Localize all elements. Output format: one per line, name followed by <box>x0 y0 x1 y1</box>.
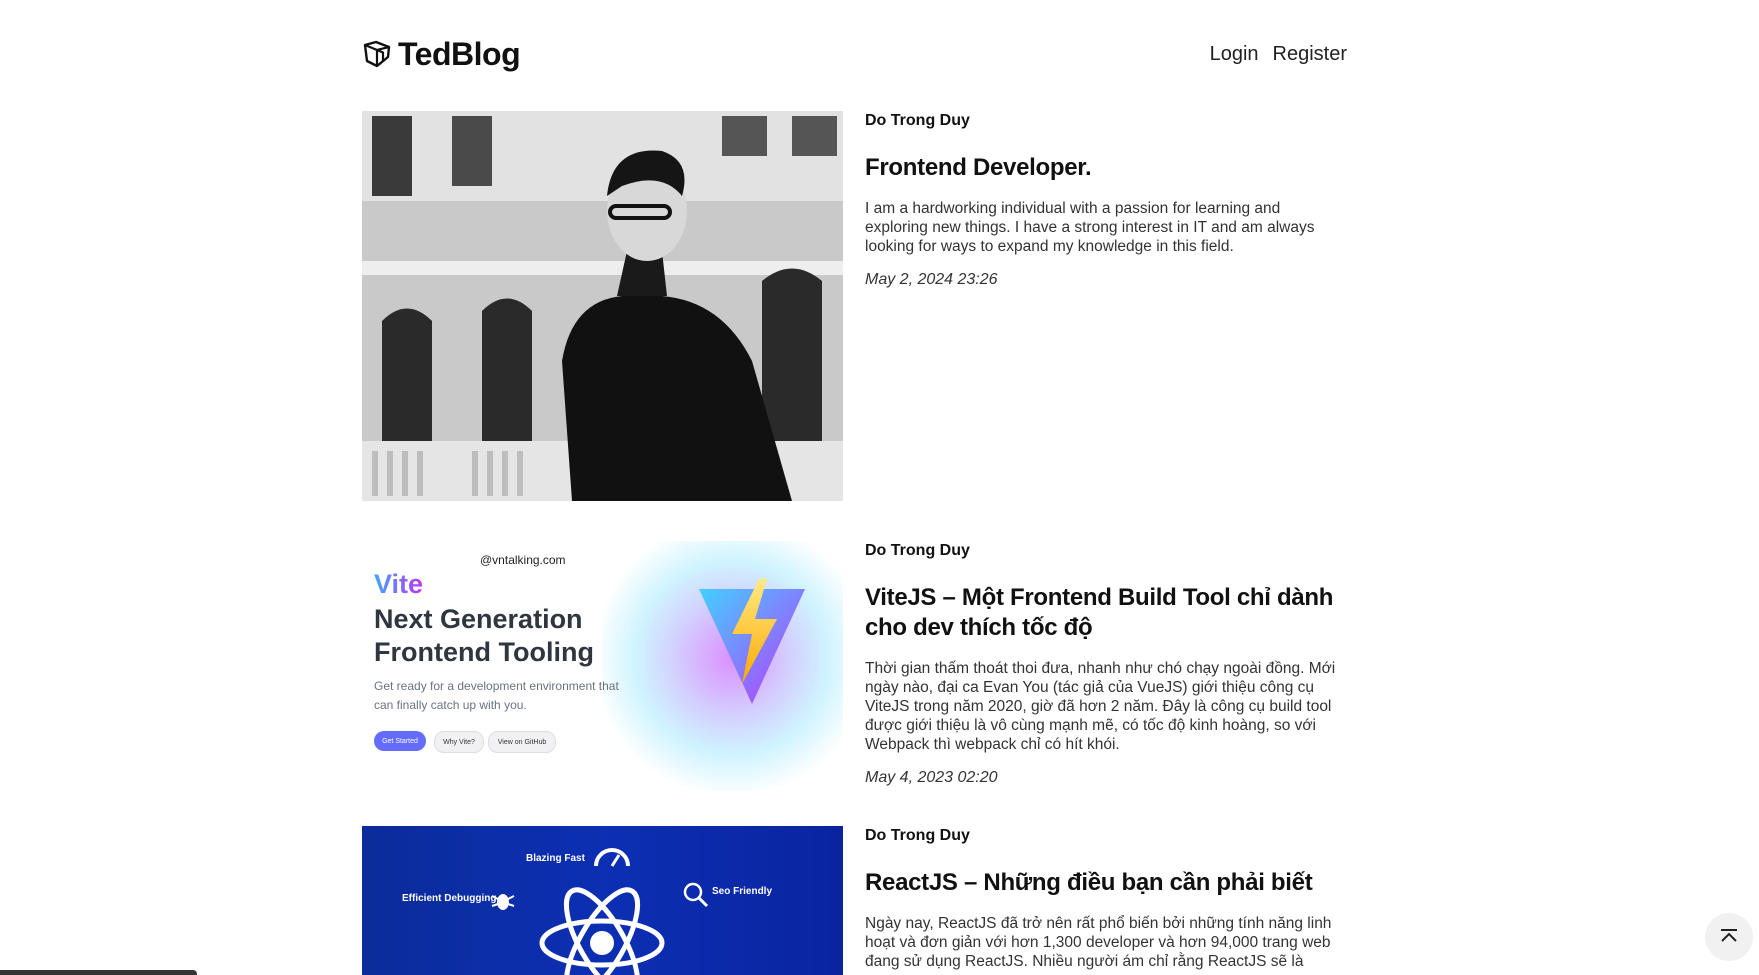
search-icon <box>683 882 709 908</box>
post-excerpt: Ngày nay, ReactJS đã trở nên rất phổ biế… <box>865 915 1332 970</box>
thumb-vite-name: Vite <box>374 569 424 599</box>
thumb-get-started: Get Started <box>374 731 426 751</box>
post-date: May 2, 2024 23:26 <box>865 271 998 288</box>
post-thumbnail[interactable]: Blazing Fast Efficient Debugging Seo Fri… <box>362 826 843 975</box>
arrow-up-icon <box>1721 929 1737 942</box>
post-title[interactable]: ReactJS – Những điều bạn cần phải biết <box>865 868 1347 898</box>
thumb-view-github: View on GitHub <box>488 731 556 753</box>
post-author[interactable]: Do Trong Duy <box>865 111 1347 131</box>
thumb-subtitle: Get ready for a development environment … <box>374 679 619 712</box>
scroll-to-top-button[interactable] <box>1705 913 1753 961</box>
post-body: Do Trong Duy Frontend Developer. I am a … <box>865 111 1347 289</box>
post-excerpt: I am a hardworking individual with a pas… <box>865 200 1315 255</box>
thumb-label-seo: Seo Friendly <box>712 886 773 897</box>
status-bar <box>0 970 197 975</box>
vite-logo-icon <box>699 579 805 704</box>
post-thumbnail[interactable]: @vntalking.com Vite Next Generation Fron… <box>362 541 843 791</box>
post-body: Do Trong Duy ViteJS – Một Frontend Build… <box>865 541 1347 787</box>
thumb-why-vite: Why Vite? <box>434 731 484 753</box>
brand-link[interactable]: TedBlog <box>362 35 521 73</box>
thumb-headline: Next Generation Frontend Tooling <box>374 603 594 669</box>
speedometer-icon <box>594 848 630 867</box>
thumb-headline-line1: Next Generation <box>374 604 583 634</box>
post-card[interactable]: @vntalking.com Vite Next Generation Fron… <box>362 541 1347 791</box>
post-date: May 4, 2023 02:20 <box>865 769 998 786</box>
post-card[interactable]: Blazing Fast Efficient Debugging Seo Fri… <box>362 826 1347 975</box>
bug-icon <box>491 894 515 910</box>
post-thumbnail[interactable] <box>362 111 843 501</box>
thumb-label-fast: Blazing Fast <box>526 853 585 864</box>
register-link[interactable]: Register <box>1273 43 1347 66</box>
thumb-headline-line2: Frontend Tooling <box>374 637 594 667</box>
post-card[interactable]: Do Trong Duy Frontend Developer. I am a … <box>362 111 1347 501</box>
site-header: TedBlog Login Register <box>362 30 1347 78</box>
react-atom-icon <box>539 887 665 975</box>
thumb-label-debug: Efficient Debugging <box>402 893 497 904</box>
login-link[interactable]: Login <box>1210 43 1259 66</box>
post-excerpt: Thời gian thấm thoát thoi đưa, nhanh như… <box>865 660 1336 753</box>
page: TedBlog Login Register Do Trong Duy Fron… <box>0 0 1759 975</box>
post-body: Do Trong Duy ReactJS – Những điều bạn cầ… <box>865 826 1347 971</box>
brand-name: TedBlog <box>398 35 521 72</box>
logo-icon <box>362 39 392 69</box>
post-author[interactable]: Do Trong Duy <box>865 826 1347 846</box>
header-nav: Login Register <box>1210 43 1347 66</box>
portrait-photo <box>362 111 843 501</box>
post-title[interactable]: Frontend Developer. <box>865 153 1347 183</box>
post-title[interactable]: ViteJS – Một Frontend Build Tool chỉ dàn… <box>865 583 1347 643</box>
post-author[interactable]: Do Trong Duy <box>865 541 1347 561</box>
thumb-handle: @vntalking.com <box>480 553 566 567</box>
